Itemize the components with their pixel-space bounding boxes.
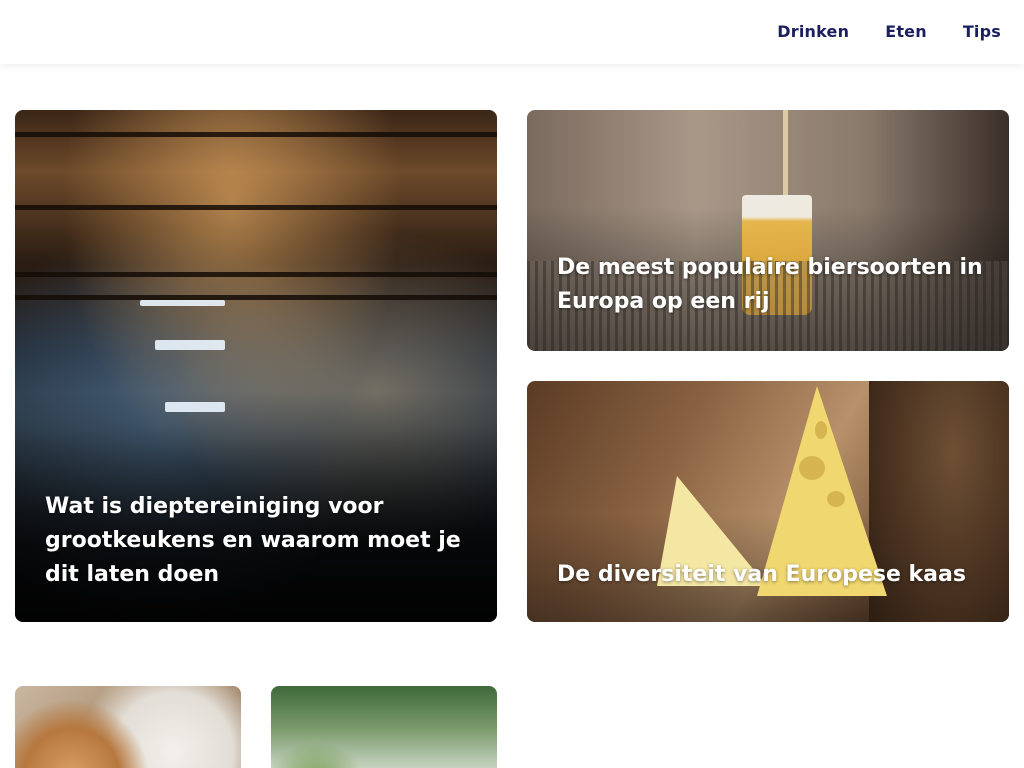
article-card-cheese[interactable]: De diversiteit van Europese kaas <box>527 381 1009 622</box>
pasta-photo <box>271 686 497 768</box>
article-card-pasta[interactable] <box>271 686 497 768</box>
main-nav: Drinken Eten Tips <box>777 0 1001 62</box>
nav-item-tips[interactable]: Tips <box>963 22 1001 41</box>
pizza-photo <box>15 686 241 768</box>
article-title: Wat is dieptereiniging voor grootkeukens… <box>45 494 461 587</box>
nav-item-drinken[interactable]: Drinken <box>777 22 849 41</box>
article-title: De diversiteit van Europese kaas <box>557 562 966 587</box>
site-header: Drinken Eten Tips <box>0 0 1024 64</box>
article-card-kitchen[interactable]: Wat is dieptereiniging voor grootkeukens… <box>15 110 497 622</box>
article-card-pizza[interactable] <box>15 686 241 768</box>
article-title: De meest populaire biersoorten in Europa… <box>557 255 983 314</box>
article-card-beer[interactable]: De meest populaire biersoorten in Europa… <box>527 110 1009 351</box>
nav-item-eten[interactable]: Eten <box>885 22 927 41</box>
